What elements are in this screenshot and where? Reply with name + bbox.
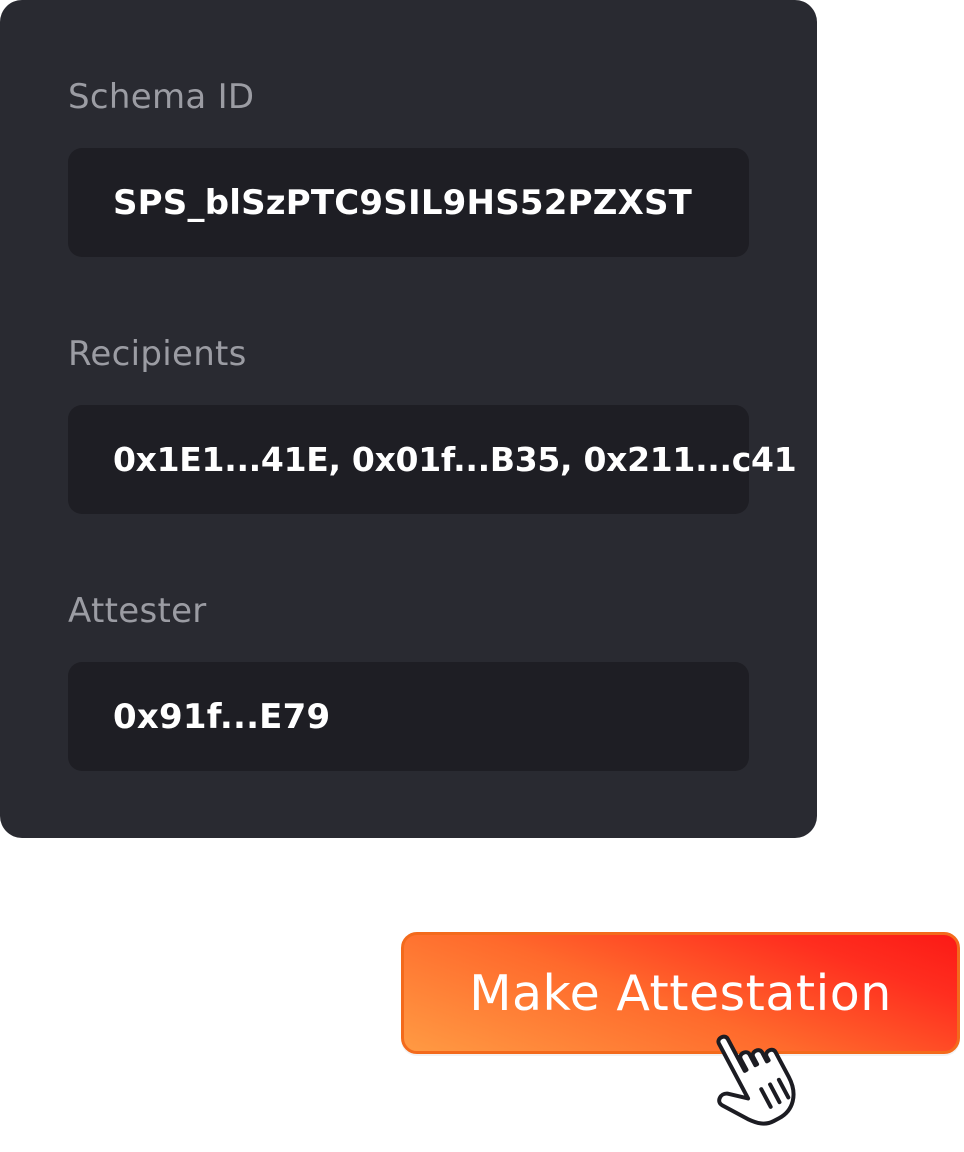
attester-value: 0x91f...E79 (113, 696, 331, 737)
attester-field[interactable]: 0x91f...E79 (68, 662, 749, 771)
page: Schema ID SPS_blSzPTC9SIL9HS52PZXST Reci… (0, 0, 964, 1152)
make-attestation-button[interactable]: Make Attestation (401, 932, 960, 1054)
recipients-value: 0x1E1...41E, 0x01f...B35, 0x211...c41 (113, 440, 797, 479)
attestation-form-card: Schema ID SPS_blSzPTC9SIL9HS52PZXST Reci… (0, 0, 817, 838)
schema-id-value: SPS_blSzPTC9SIL9HS52PZXST (113, 182, 693, 223)
recipients-label: Recipients (68, 334, 247, 374)
recipients-field[interactable]: 0x1E1...41E, 0x01f...B35, 0x211...c41 (68, 405, 797, 514)
schema-id-field[interactable]: SPS_blSzPTC9SIL9HS52PZXST (68, 148, 749, 257)
attester-label: Attester (68, 591, 207, 631)
make-attestation-label: Make Attestation (469, 964, 892, 1022)
schema-id-label: Schema ID (68, 77, 255, 117)
hand-pointer-icon (716, 1034, 796, 1126)
